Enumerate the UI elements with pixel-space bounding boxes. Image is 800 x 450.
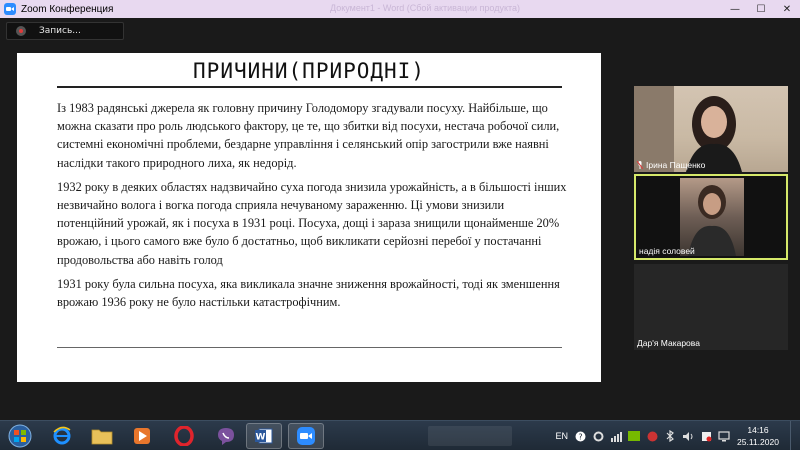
participant-name: надія соловей bbox=[639, 246, 695, 256]
mic-muted-icon bbox=[637, 161, 643, 169]
system-tray: EN ? bbox=[555, 427, 736, 445]
slide-title: ПРИЧИНИ(ПРИРОДНІ) bbox=[193, 59, 425, 83]
slide-bottom-divider bbox=[57, 347, 562, 348]
participant-tile-active-speaker[interactable]: надія соловей bbox=[634, 174, 788, 260]
start-orb-icon bbox=[8, 424, 32, 448]
slide-paragraph: 1931 року була сильна посуха, яка виклик… bbox=[57, 276, 560, 310]
flag-icon[interactable] bbox=[700, 430, 712, 442]
monitor-icon[interactable] bbox=[718, 430, 730, 442]
file-explorer-icon bbox=[91, 429, 113, 445]
title-bar: Zoom Конференция Документ1 - Word (Сбой … bbox=[0, 0, 800, 18]
record-icon bbox=[16, 26, 26, 36]
taskbar-window-preview bbox=[428, 426, 512, 446]
zoom-window: Zoom Конференция Документ1 - Word (Сбой … bbox=[0, 0, 800, 450]
clock-time: 14:16 bbox=[747, 425, 769, 435]
recording-indicator[interactable]: Запись... bbox=[6, 22, 124, 40]
show-desktop-button[interactable] bbox=[790, 421, 800, 450]
slide-paragraph: 1932 року в деяких областях надзвичайно … bbox=[57, 179, 567, 267]
participant-tile[interactable]: Ірина Пащенко bbox=[634, 86, 788, 172]
slide-body: Із 1983 радянські джерела як головну при… bbox=[57, 99, 567, 317]
start-button[interactable] bbox=[2, 423, 38, 449]
participant-tile[interactable]: Дар'я Макарова bbox=[634, 264, 788, 350]
language-indicator[interactable]: EN bbox=[555, 431, 568, 441]
taskbar-viber-button[interactable] bbox=[208, 423, 244, 449]
window-title: Zoom Конференция bbox=[21, 3, 114, 15]
internet-explorer-icon bbox=[53, 426, 71, 445]
bluetooth-icon[interactable] bbox=[664, 430, 676, 442]
viber-icon bbox=[218, 428, 234, 445]
slide-paragraph: Із 1983 радянські джерела як головну при… bbox=[57, 101, 560, 170]
background-window-title: Документ1 - Word (Сбой активации продукт… bbox=[330, 3, 521, 13]
network-icon[interactable] bbox=[610, 430, 622, 442]
close-button[interactable]: ✕ bbox=[774, 0, 800, 18]
taskbar-opera-button[interactable] bbox=[166, 423, 202, 449]
taskbar-word-button[interactable]: W bbox=[246, 423, 282, 449]
word-icon: W bbox=[255, 428, 273, 444]
participant-name: Дар'я Макарова bbox=[637, 338, 700, 348]
participant-name-bar: Дар'я Макарова bbox=[637, 338, 700, 348]
opera-icon bbox=[174, 426, 194, 446]
participant-name: Ірина Пащенко bbox=[646, 160, 706, 170]
volume-icon[interactable] bbox=[682, 430, 694, 442]
antivirus-icon[interactable] bbox=[646, 430, 658, 442]
taskbar-zoom-button[interactable] bbox=[288, 423, 324, 449]
svg-text:?: ? bbox=[578, 432, 582, 441]
help-icon[interactable]: ? bbox=[574, 430, 586, 442]
system-clock[interactable]: 14:16 25.11.2020 bbox=[734, 424, 782, 448]
taskbar-ie-button[interactable] bbox=[44, 423, 80, 449]
maximize-button[interactable]: ☐ bbox=[748, 0, 774, 18]
clock-date: 25.11.2020 bbox=[737, 437, 779, 447]
zoom-logo-icon bbox=[4, 3, 16, 15]
minimize-button[interactable]: — bbox=[722, 0, 748, 18]
window-controls: — ☐ ✕ bbox=[722, 0, 800, 18]
settings-icon[interactable] bbox=[592, 430, 604, 442]
media-player-icon bbox=[134, 428, 150, 444]
taskbar-media-button[interactable] bbox=[124, 423, 160, 449]
slide-title-divider bbox=[57, 86, 562, 88]
participant-name-bar: надія соловей bbox=[639, 246, 695, 256]
participant-name-bar: Ірина Пащенко bbox=[637, 160, 705, 170]
zoom-icon bbox=[297, 427, 315, 445]
taskbar-explorer-button[interactable] bbox=[84, 423, 120, 449]
svg-text:W: W bbox=[256, 433, 266, 443]
shared-screen-slide: ПРИЧИНИ(ПРИРОДНІ) Із 1983 радянські джер… bbox=[17, 53, 601, 382]
recording-label: Запись... bbox=[39, 26, 81, 36]
windows-taskbar: W EN ? 14:16 25.11.2020 bbox=[0, 420, 800, 450]
nvidia-icon[interactable] bbox=[628, 430, 640, 442]
